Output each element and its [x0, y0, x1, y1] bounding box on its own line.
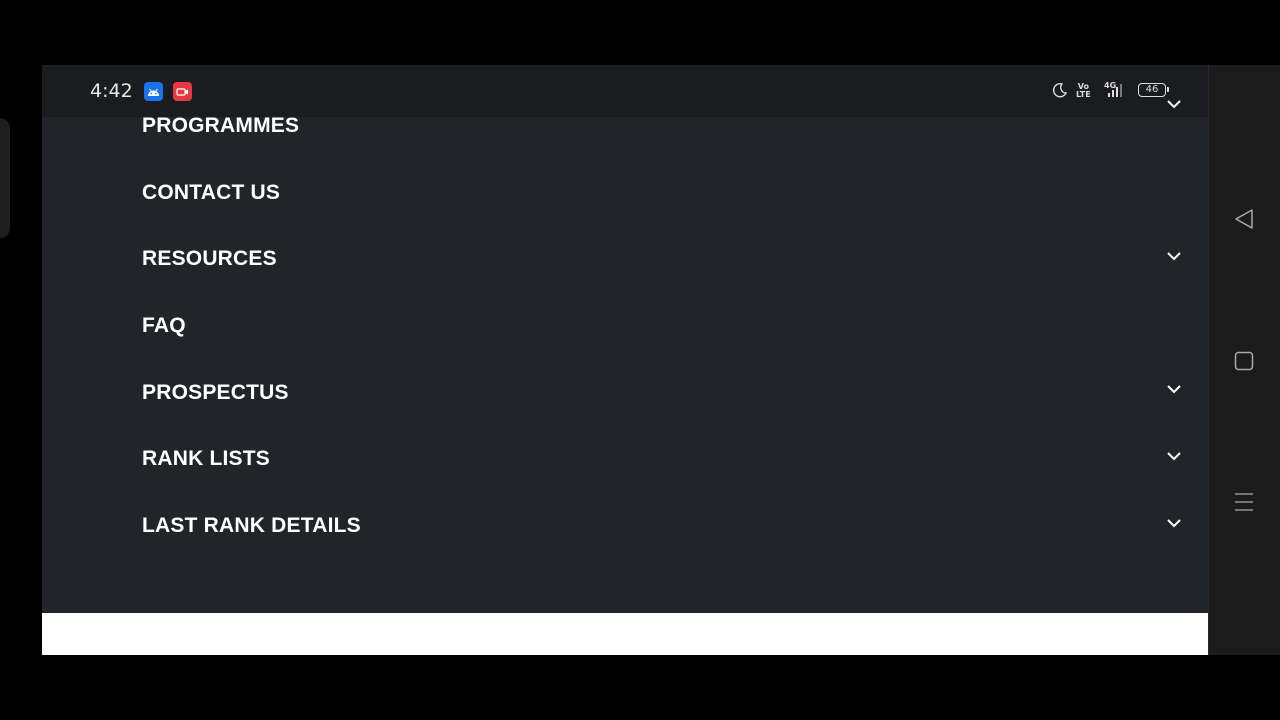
menu-item-rank-lists[interactable]: RANK LISTS: [42, 426, 1208, 493]
chevron-down-icon[interactable]: [1166, 451, 1182, 461]
menu-item-label: RANK LISTS: [142, 447, 270, 471]
phone-screen: 4:42 Vo LTE 4G 46 PROGRAMMES CONTACT US …: [42, 65, 1208, 655]
side-handle[interactable]: [0, 118, 10, 238]
navigation-bar: [1208, 65, 1280, 655]
menu-item-label: PROGRAMMES: [142, 114, 300, 138]
menu-item-label: PROSPECTUS: [142, 380, 289, 404]
menu-item-label: FAQ: [142, 314, 186, 338]
nav-menu: PROGRAMMES CONTACT US RESOURCES FAQ PROS…: [42, 93, 1208, 559]
chevron-down-icon[interactable]: [1166, 99, 1182, 109]
recents-icon[interactable]: [1233, 491, 1255, 513]
menu-item-label: LAST RANK DETAILS: [142, 513, 361, 537]
page-content-strip: [42, 613, 1208, 655]
back-icon[interactable]: [1233, 208, 1255, 230]
menu-item-last-rank-details[interactable]: LAST RANK DETAILS: [42, 493, 1208, 560]
menu-item-resources[interactable]: RESOURCES: [42, 226, 1208, 293]
menu-item-programmes[interactable]: PROGRAMMES: [42, 93, 1208, 160]
chevron-down-icon[interactable]: [1166, 518, 1182, 528]
home-icon[interactable]: [1233, 350, 1255, 372]
menu-item-contact-us[interactable]: CONTACT US: [42, 160, 1208, 227]
menu-item-label: CONTACT US: [142, 180, 281, 204]
svg-text:4G: 4G: [1104, 81, 1116, 90]
chevron-down-icon[interactable]: [1166, 251, 1182, 261]
menu-item-prospectus[interactable]: PROSPECTUS: [42, 359, 1208, 426]
chevron-down-icon[interactable]: [1166, 384, 1182, 394]
menu-item-label: RESOURCES: [142, 247, 277, 271]
menu-item-faq[interactable]: FAQ: [42, 293, 1208, 360]
